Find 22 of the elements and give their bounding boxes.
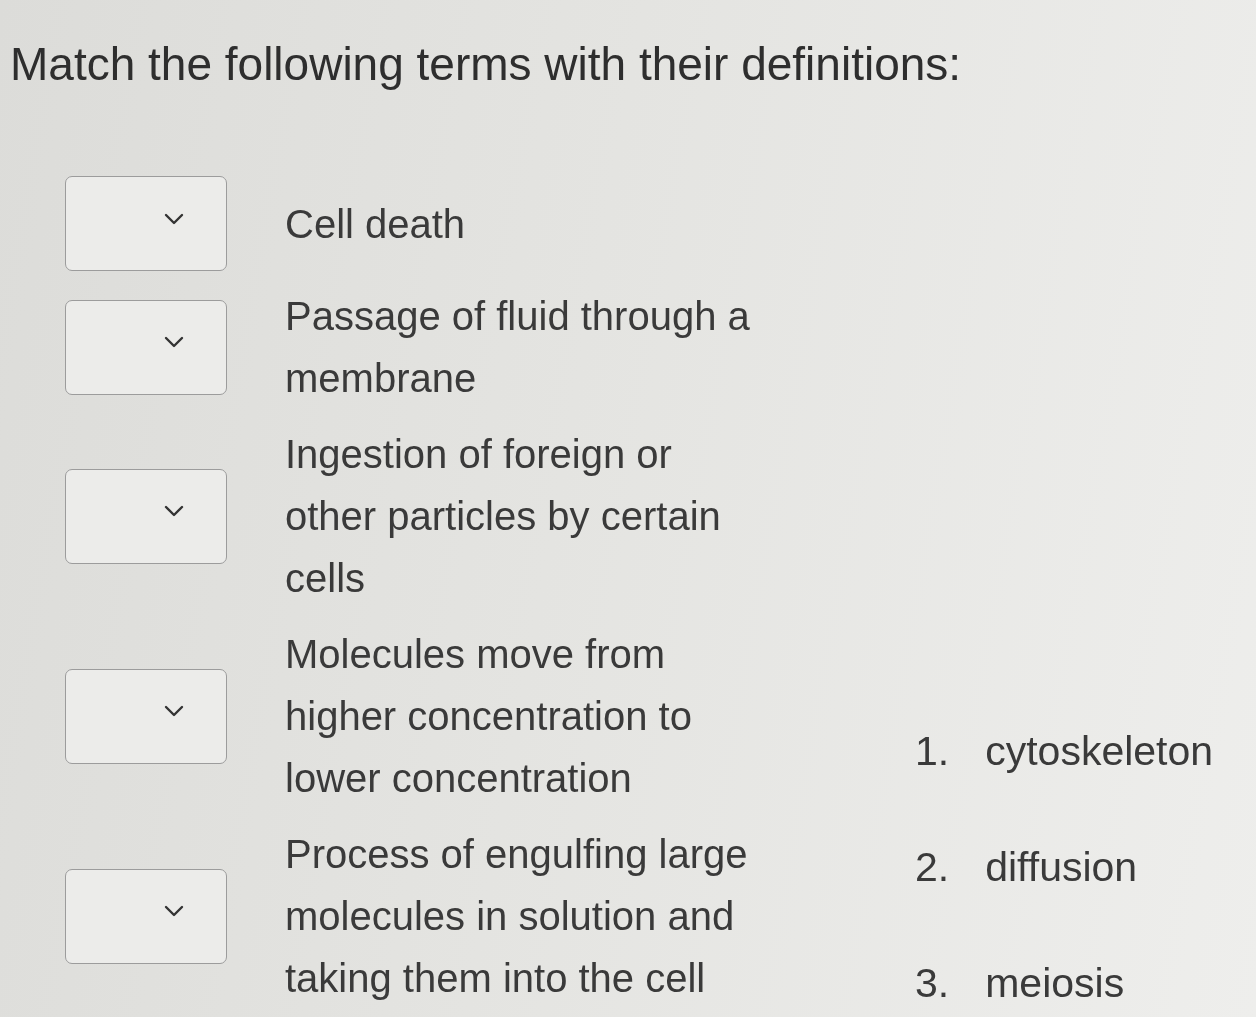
answer-dropdown[interactable] (65, 176, 227, 271)
answer-dropdown[interactable] (65, 299, 227, 395)
definition-text: Passage of fluid through a membrane (285, 293, 751, 402)
definition-text: Cell death (285, 200, 467, 248)
definition-text: Ingestion of foreign or other particles by certain cells (285, 431, 722, 602)
option-number: 3. (915, 959, 950, 1008)
chevron-down-icon (164, 336, 184, 348)
chevron-down-icon (164, 505, 184, 517)
option-term: meiosis (985, 959, 1125, 1008)
option-number: 2. (915, 843, 950, 892)
question-prompt: Match the following terms with their definitions: (10, 37, 963, 92)
definition-text: Molecules move from higher concentration to lower concentration (285, 631, 693, 802)
chevron-down-icon (164, 905, 184, 917)
answer-dropdown[interactable] (65, 668, 227, 764)
option-term: diffusion (985, 843, 1138, 892)
definition-text: Process of engulfing large molecules in solution and taking them into the cell (285, 831, 749, 1002)
option-term: cytoskeleton (985, 727, 1214, 776)
chevron-down-icon (164, 705, 184, 717)
option-number: 1. (915, 727, 950, 776)
answer-dropdown[interactable] (65, 468, 227, 564)
chevron-down-icon (164, 212, 184, 225)
answer-dropdown[interactable] (65, 868, 227, 964)
